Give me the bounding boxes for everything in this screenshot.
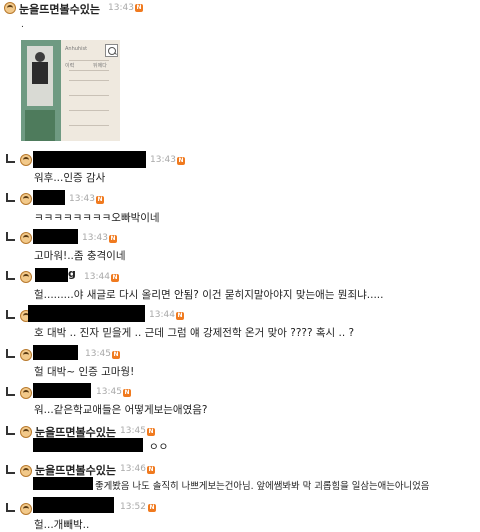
redacted-comment-text	[33, 477, 93, 490]
new-badge: N	[111, 274, 119, 282]
commenter-avatar-icon[interactable]	[20, 349, 32, 361]
comment-text: 좋게봤음 나도 솔직히 나쁘게보는건아님. 앞에쌤봐봐 막 괴롭힘을 일삼는애는…	[95, 481, 430, 492]
post-author[interactable]: 눈을뜨면볼수있는	[19, 1, 100, 17]
commenter-avatar-icon[interactable]	[20, 503, 32, 515]
comment-text: 헐.........야 새글로 다시 올리면 안됨? 이건 묻히지말아야지 맞는…	[34, 289, 384, 301]
commenter-avatar-icon[interactable]	[20, 193, 32, 205]
commenter-avatar-icon[interactable]	[20, 271, 32, 283]
new-badge: N	[148, 504, 156, 512]
commenter-avatar-icon[interactable]	[20, 387, 32, 399]
author-avatar-icon[interactable]	[4, 2, 16, 14]
new-badge: N	[176, 312, 184, 320]
comment-time: 13:43	[150, 155, 176, 165]
comment-text: 헐...개빼박..	[34, 519, 90, 531]
redacted-author-name	[35, 268, 68, 282]
comment-time: 13:43	[82, 233, 108, 243]
zoom-icon[interactable]	[105, 44, 118, 57]
comment-text: 고마워!..좀 충격이네	[34, 250, 126, 262]
reply-arrow-icon	[6, 193, 15, 202]
reply-arrow-icon	[6, 154, 15, 163]
comment-author[interactable]: g	[68, 267, 76, 280]
thumb-text-3: 뒤에다	[93, 63, 107, 69]
new-badge: N	[147, 428, 155, 436]
comment-time: 13:43	[69, 194, 95, 204]
comment-time: 13:44	[149, 310, 175, 320]
reply-arrow-icon	[6, 310, 15, 319]
comment-time: 13:45	[96, 387, 122, 397]
reply-arrow-icon	[6, 503, 15, 512]
comment-text: 호 대박 .. 진자 믿을게 .. 근데 그럼 얘 강제전학 온거 맞아 ???…	[34, 327, 355, 339]
redacted-author-name	[28, 305, 145, 322]
redacted-author-name	[33, 190, 65, 205]
comment-text: ㅋㅋㅋㅋㅋㅋㅋㅋ오빠박이네	[34, 212, 160, 224]
post-dot: .	[21, 20, 24, 30]
new-badge: N	[135, 4, 143, 12]
comment-text: 워...같은학교애들은 어떻게보는애였음?	[34, 404, 208, 416]
thumb-text-1: Anhuhist	[65, 46, 88, 52]
new-badge: N	[123, 389, 131, 397]
new-badge: N	[147, 466, 155, 474]
new-badge: N	[96, 196, 104, 204]
commenter-avatar-icon[interactable]	[20, 232, 32, 244]
comment-time: 13:46	[120, 464, 146, 474]
redacted-author-name	[33, 151, 146, 168]
comment-time: 13:45	[85, 349, 111, 359]
post-time: 13:43	[108, 3, 134, 13]
thumbnail-student-photo	[27, 46, 53, 106]
reply-arrow-icon	[6, 387, 15, 396]
reply-arrow-icon	[6, 349, 15, 358]
comment-text: ㅇㅇ	[149, 441, 169, 453]
new-badge: N	[177, 157, 185, 165]
comment-text: 헐 대박~ 인증 고마웡!	[34, 366, 135, 378]
commenter-avatar-icon[interactable]	[20, 426, 32, 438]
new-badge: N	[109, 235, 117, 243]
reply-arrow-icon	[6, 271, 15, 280]
reply-arrow-icon	[6, 465, 15, 474]
comment-author[interactable]: 눈을뜨면볼수있는	[35, 462, 116, 478]
comment-time: 13:45	[120, 426, 146, 436]
reply-arrow-icon	[6, 232, 15, 241]
comment-time: 13:52	[120, 502, 146, 512]
comment-time: 13:44	[84, 272, 110, 282]
redacted-author-name	[33, 345, 78, 360]
redacted-author-name	[33, 497, 114, 513]
commenter-avatar-icon[interactable]	[20, 154, 32, 166]
redacted-comment-text	[33, 438, 143, 452]
redacted-author-name	[33, 229, 78, 244]
redacted-author-name	[33, 383, 91, 398]
reply-arrow-icon	[6, 426, 15, 435]
new-badge: N	[112, 351, 120, 359]
commenter-avatar-icon[interactable]	[20, 465, 32, 477]
post-thumbnail-image[interactable]: Anhuhist 이력 뒤에다	[21, 40, 120, 141]
thumb-text-2: 이력	[65, 63, 75, 69]
comment-text: 워후...인증 감사	[34, 172, 106, 184]
